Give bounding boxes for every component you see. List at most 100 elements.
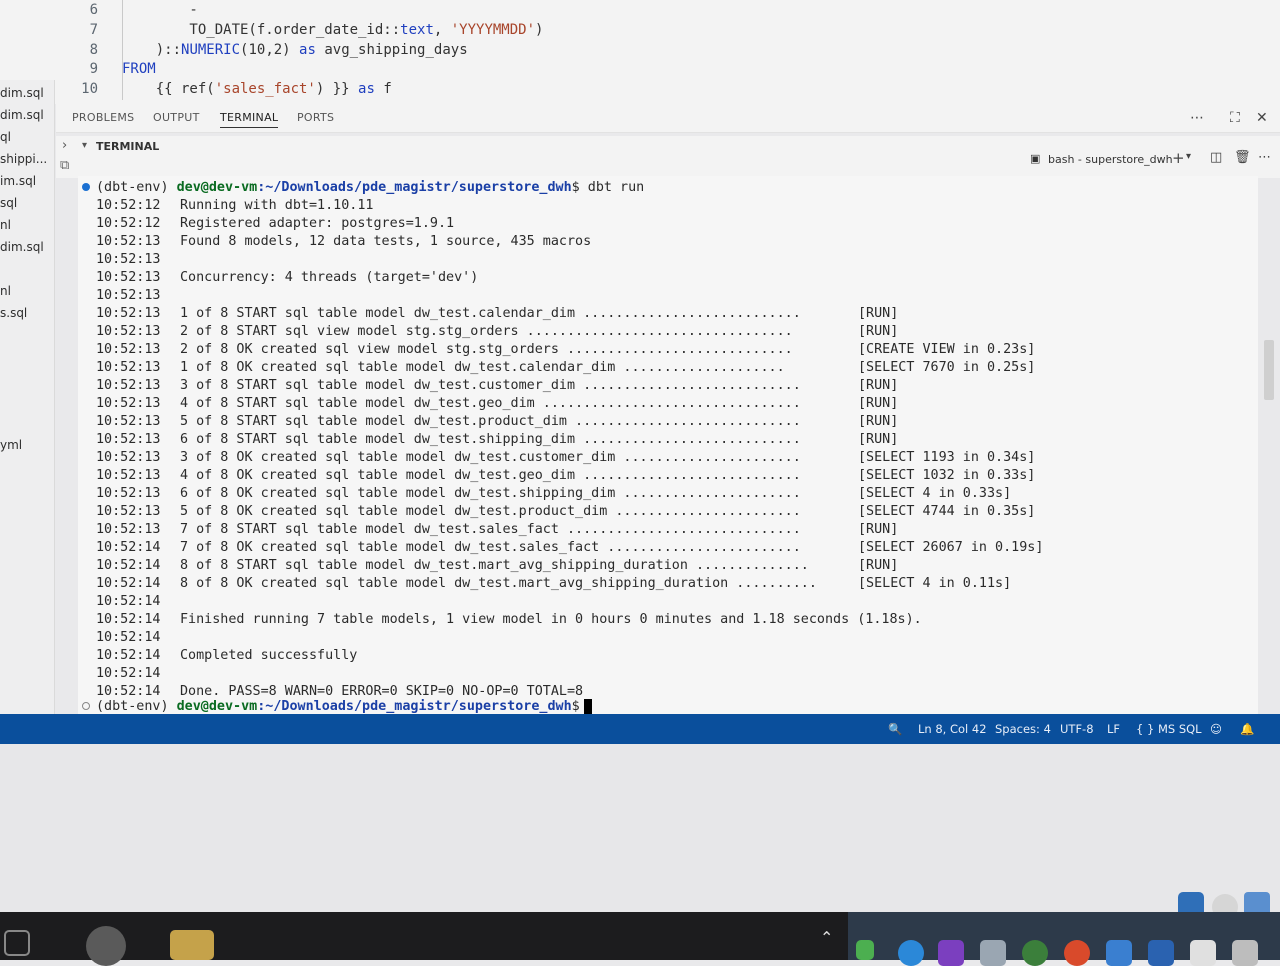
line-number: 9: [89, 60, 98, 77]
code-token: as: [299, 41, 316, 58]
language-mode[interactable]: { } MS SQL: [1136, 722, 1202, 736]
indentation[interactable]: Spaces: 4: [995, 722, 1051, 736]
panel-tab-bar: PROBLEMS OUTPUT TERMINAL PORTS ⋯ ⛶ ✕: [56, 104, 1280, 133]
code-token: ) }}: [315, 80, 359, 97]
log-line: 10:52:14: [96, 666, 180, 684]
log-message: 7 of 8 OK created sql table model dw_tes…: [180, 540, 801, 555]
log-timestamp: 10:52:14: [96, 648, 161, 663]
code-token: avg_shipping_days: [315, 41, 468, 58]
explorer-file-item[interactable]: shippi...: [0, 152, 47, 166]
trash-icon[interactable]: 🗑: [1234, 150, 1251, 165]
code-line[interactable]: 6 -: [60, 0, 198, 19]
explorer-file-item[interactable]: dim.sql: [0, 86, 44, 100]
explorer-file-item[interactable]: s.sql: [0, 306, 27, 320]
log-line: 10:52:12 Registered adapter: postgres=1.9…: [96, 216, 454, 234]
code-token: as: [358, 80, 375, 97]
tray-icon-browser[interactable]: [1022, 940, 1048, 966]
terminal-instance-icon[interactable]: ▣: [1030, 152, 1040, 165]
tray-icon-onenote[interactable]: [938, 940, 964, 966]
code-token: 'YYYYMMDD': [450, 21, 536, 38]
chevron-up-icon[interactable]: ⌃: [820, 928, 846, 954]
split-terminal-icon[interactable]: ◫: [1210, 150, 1222, 165]
tray-icon-store[interactable]: [1190, 940, 1216, 966]
command-text: dbt run: [579, 180, 645, 195]
log-status: [SELECT 1032 in 0.33s]: [858, 468, 1036, 483]
log-status: [RUN]: [858, 378, 899, 393]
cursor-position[interactable]: Ln 8, Col 42: [918, 722, 987, 736]
log-line: 10:52:13: [96, 288, 180, 306]
tray-icon-k[interactable]: [856, 940, 874, 960]
app-icon-1[interactable]: [86, 926, 126, 966]
line-number: 6: [89, 1, 98, 18]
log-message: Completed successfully: [180, 648, 358, 663]
bell-icon[interactable]: 🔔: [1240, 722, 1254, 736]
log-message: 1 of 8 OK created sql table model dw_tes…: [180, 360, 785, 375]
log-message: 6 of 8 OK created sql table model dw_tes…: [180, 486, 801, 501]
add-terminal-icon[interactable]: +: [1172, 149, 1185, 167]
explorer-file-item[interactable]: ql: [0, 130, 11, 144]
start-icon[interactable]: [4, 930, 30, 956]
log-message: 4 of 8 START sql table model dw_test.geo…: [180, 396, 801, 411]
tray-icon-outlook[interactable]: [1148, 940, 1174, 966]
maximize-panel-icon[interactable]: ⛶: [1230, 110, 1240, 126]
code-line[interactable]: 8 ):: NUMERIC (10,2) as avg_shipping_days: [60, 40, 468, 59]
log-line: 10:52:13 1 of 8 OK created sql table mode…: [96, 360, 1035, 378]
more-actions-icon[interactable]: ⋯: [1190, 110, 1204, 126]
terminal-dropdown-icon[interactable]: ▾: [1186, 151, 1191, 162]
code-line[interactable]: 10 {{ ref('sales_fact') }} as f: [60, 79, 392, 98]
zoom-icon[interactable]: 🔍: [888, 722, 902, 736]
log-line: 10:52:14: [96, 630, 180, 648]
tray-icon-misc[interactable]: [1232, 940, 1258, 966]
log-line: 10:52:14 Completed successfully: [96, 648, 357, 666]
explorer-file-item[interactable]: dim.sql: [0, 240, 44, 254]
log-timestamp: 10:52:13: [96, 450, 161, 465]
log-message: 6 of 8 START sql table model dw_test.shi…: [180, 432, 801, 447]
log-timestamp: 10:52:13: [96, 432, 161, 447]
status-bar: 🔍 Ln 8, Col 42 Spaces: 4 UTF-8 LF { } MS…: [0, 714, 1280, 744]
log-timestamp: 10:52:14: [96, 540, 161, 555]
terminal-more-icon[interactable]: ⋯: [1258, 150, 1271, 165]
log-message: 8 of 8 OK created sql table model dw_tes…: [180, 576, 817, 591]
code-line[interactable]: 7 TO_DATE(f.order_date_id:: text, 'YYYYMM…: [60, 20, 544, 39]
tray-icon-telegram[interactable]: [980, 940, 1006, 966]
code-token: (10,2): [240, 41, 300, 58]
code-line[interactable]: 9 FROM: [60, 59, 156, 78]
log-line: 10:52:13 Concurrency: 4 threads (target='…: [96, 270, 478, 288]
terminal-output[interactable]: (dbt-env) dev@dev-vm:~/Downloads/pde_mag…: [78, 176, 1258, 718]
log-timestamp: 10:52:13: [96, 414, 161, 429]
tray-icon-chrome[interactable]: [1064, 940, 1090, 966]
command-line: (dbt-env) dev@dev-vm:~/Downloads/pde_mag…: [82, 180, 645, 198]
terminal-instance-label[interactable]: bash - superstore_dwh: [1048, 153, 1173, 166]
tray-icon-skype[interactable]: [1106, 940, 1132, 966]
explorer-file-item[interactable]: nl: [0, 218, 11, 232]
log-status: [RUN]: [858, 414, 899, 429]
tab-ports[interactable]: PORTS: [297, 111, 334, 124]
tab-problems[interactable]: PROBLEMS: [72, 111, 134, 124]
code-editor[interactable]: 6 -7 TO_DATE(f.order_date_id:: text, 'YYY…: [0, 0, 1280, 104]
explorer-file-item[interactable]: im.sql: [0, 174, 36, 188]
tab-output[interactable]: OUTPUT: [153, 111, 200, 124]
log-message: 1 of 8 START sql table model dw_test.cal…: [180, 306, 801, 321]
code-token: 'sales_fact': [214, 80, 316, 97]
file-explorer[interactable]: dim.sql dim.sql ql shippi... im.sql sql nl dim.…: [0, 80, 55, 720]
code-token: FROM: [122, 60, 156, 77]
new-file-icon[interactable]: ⧉: [60, 158, 69, 173]
encoding[interactable]: UTF-8: [1060, 722, 1094, 736]
code-token: f: [374, 80, 392, 97]
tab-terminal[interactable]: TERMINAL: [220, 111, 279, 128]
explorer-file-item[interactable]: nl: [0, 284, 11, 298]
chevron-right-icon[interactable]: ›: [62, 138, 67, 153]
terminal-scrollbar[interactable]: [1264, 340, 1274, 400]
app-icon-x64[interactable]: [170, 930, 214, 960]
explorer-file-item[interactable]: yml: [0, 438, 22, 452]
explorer-file-item[interactable]: dim.sql: [0, 108, 44, 122]
copilot-icon[interactable]: ☺: [1210, 722, 1222, 736]
close-panel-icon[interactable]: ✕: [1256, 110, 1268, 126]
line-number: 8: [89, 41, 98, 58]
prompt-user: dev@dev-vm: [176, 180, 258, 195]
chevron-down-icon[interactable]: ▾: [82, 140, 87, 151]
prompt-symbol: $: [571, 180, 580, 195]
tray-icon-edge[interactable]: [898, 940, 924, 966]
explorer-file-item[interactable]: sql: [0, 196, 17, 210]
line-ending[interactable]: LF: [1107, 722, 1120, 736]
